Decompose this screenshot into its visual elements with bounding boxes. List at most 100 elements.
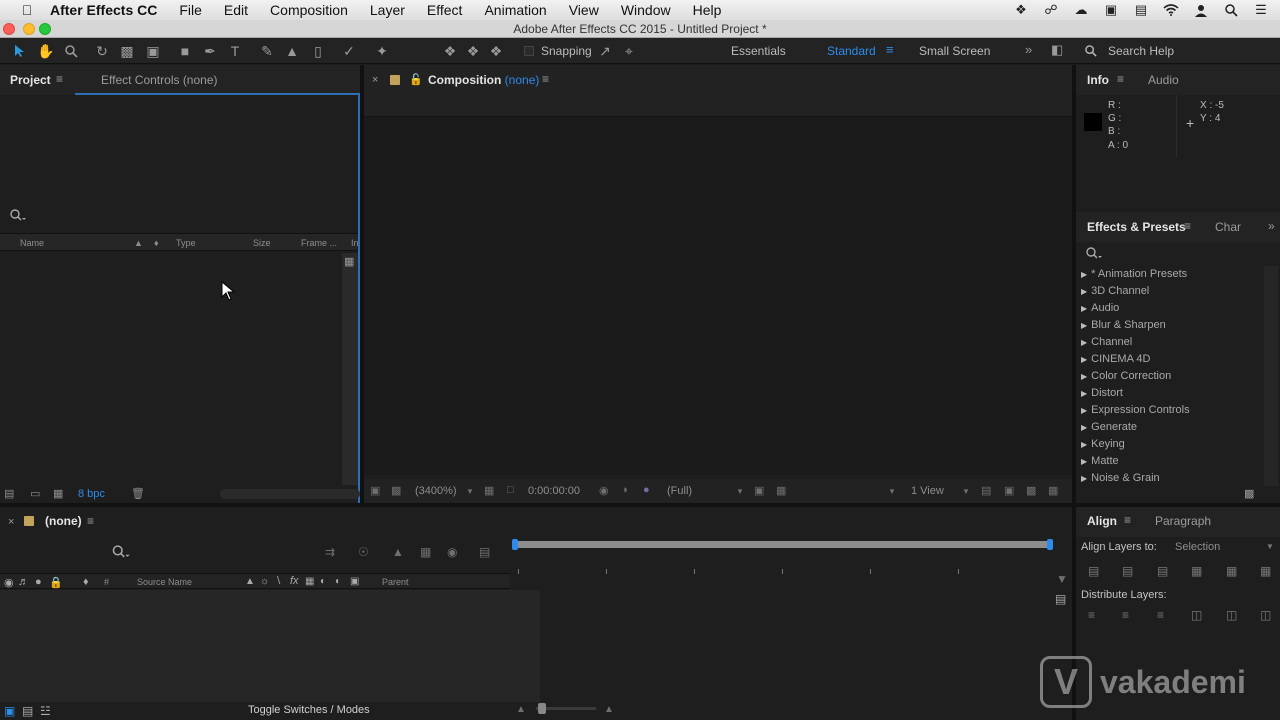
- tab-effects-presets[interactable]: Effects & Presets: [1087, 220, 1186, 234]
- show-snapshot-icon[interactable]: ◑: [621, 484, 628, 496]
- frame-blending-icon[interactable]: ▦: [420, 545, 431, 559]
- comp-mini-flowchart-icon[interactable]: ⇉: [325, 545, 335, 559]
- effect-category-distort[interactable]: ▶ Distort: [1081, 387, 1123, 399]
- selection-tool-icon[interactable]: [11, 42, 29, 60]
- screen-mirror-icon[interactable]: ▣: [1102, 2, 1120, 17]
- column-size[interactable]: Size: [253, 238, 271, 248]
- expand-triangle-icon[interactable]: ▶: [1081, 287, 1087, 296]
- motion-blur-switch-icon[interactable]: ◐: [320, 576, 326, 587]
- workspace-standard[interactable]: Standard: [827, 44, 876, 58]
- menu-app-name[interactable]: After Effects CC: [50, 2, 157, 18]
- expand-triangle-icon[interactable]: ▶: [1081, 474, 1087, 483]
- effects-switch-icon[interactable]: fx: [290, 575, 299, 587]
- distribute-horizontal-center-icon[interactable]: ◫: [1226, 608, 1237, 622]
- label-tag-icon[interactable]: ♦: [154, 238, 159, 248]
- work-area-bar[interactable]: [516, 541, 1052, 548]
- effect-category-cinema-4d[interactable]: ▶ CINEMA 4D: [1081, 353, 1150, 365]
- shy-layers-icon[interactable]: ▲: [392, 545, 404, 559]
- tab-info[interactable]: Info: [1087, 73, 1109, 87]
- column-frame-rate[interactable]: Frame ...: [301, 238, 337, 248]
- trash-icon[interactable]: 🗑: [131, 487, 145, 500]
- zoom-tool-icon[interactable]: [62, 42, 80, 60]
- region-of-interest-icon[interactable]: ▣: [754, 484, 764, 497]
- interpret-footage-icon[interactable]: ▤: [4, 487, 14, 500]
- tab-character[interactable]: Char: [1215, 220, 1241, 234]
- effect-category-audio[interactable]: ▶ Audio: [1081, 302, 1119, 314]
- sort-ascending-icon[interactable]: ▲: [134, 238, 143, 248]
- align-top-icon[interactable]: ▦: [1191, 564, 1202, 578]
- flowchart-icon[interactable]: ▦: [1048, 484, 1058, 497]
- distribute-bottom-icon[interactable]: ≡: [1157, 608, 1164, 622]
- local-axis-icon[interactable]: ❖: [441, 42, 459, 60]
- effect-category-3d-channel[interactable]: ▶ 3D Channel: [1081, 285, 1149, 297]
- zoom-out-icon[interactable]: ▲: [516, 704, 526, 715]
- view-layout-dropdown[interactable]: 1 View: [911, 485, 944, 497]
- column-name[interactable]: Name: [20, 238, 44, 248]
- collapse-switch-icon[interactable]: ☼: [260, 576, 269, 587]
- expand-triangle-icon[interactable]: ▶: [1081, 423, 1087, 432]
- toggle-pixel-aspect-icon[interactable]: ▤: [981, 484, 991, 497]
- expand-triangle-icon[interactable]: ▶: [1081, 321, 1087, 330]
- distribute-right-icon[interactable]: ◫: [1260, 608, 1271, 622]
- workspace-essentials[interactable]: Essentials: [731, 44, 786, 58]
- close-icon[interactable]: ×: [8, 516, 14, 528]
- label-tag-icon[interactable]: ♦: [83, 576, 89, 588]
- column-type[interactable]: Type: [176, 238, 196, 248]
- sync-settings-icon[interactable]: ◧: [1051, 42, 1063, 58]
- graph-editor-icon[interactable]: ▤: [479, 545, 490, 559]
- snapping-label[interactable]: Snapping: [541, 44, 592, 58]
- type-tool-icon[interactable]: T: [226, 42, 244, 60]
- in-out-panes-icon[interactable]: ☳: [40, 704, 51, 718]
- work-area-start-handle[interactable]: [512, 539, 518, 550]
- expand-triangle-icon[interactable]: ▶: [1081, 338, 1087, 347]
- composition-panel-menu-icon[interactable]: ≡: [542, 72, 549, 86]
- align-panel-menu-icon[interactable]: ≡: [1124, 513, 1131, 527]
- dropbox-icon[interactable]: ❖: [1012, 2, 1030, 17]
- quality-switch-icon[interactable]: ∖: [275, 576, 281, 587]
- project-panel-menu-icon[interactable]: ≡: [56, 72, 63, 86]
- expand-triangle-icon[interactable]: ▶: [1081, 304, 1087, 313]
- effect-category-generate[interactable]: ▶ Generate: [1081, 421, 1137, 433]
- effects-search-icon[interactable]: [1086, 247, 1102, 262]
- user-icon[interactable]: [1192, 3, 1210, 17]
- rectangle-tool-icon[interactable]: ■: [176, 42, 194, 60]
- frame-blend-switch-icon[interactable]: ▦: [305, 576, 314, 587]
- new-preset-icon[interactable]: ▩: [1244, 487, 1254, 500]
- puppet-pin-tool-icon[interactable]: ✦: [373, 42, 391, 60]
- roto-brush-tool-icon[interactable]: ✓: [340, 42, 358, 60]
- snapping-checkbox[interactable]: [524, 46, 534, 56]
- menu-file[interactable]: File: [179, 2, 202, 18]
- motion-blur-icon[interactable]: ◉: [447, 545, 457, 559]
- timecode-display[interactable]: 0:00:00:00: [528, 485, 580, 497]
- expand-triangle-icon[interactable]: ▶: [1081, 406, 1087, 415]
- effects-scrollbar[interactable]: [1264, 266, 1278, 486]
- fast-previews-icon[interactable]: ▣: [1004, 484, 1014, 497]
- apple-menu-icon[interactable]: : [18, 2, 36, 18]
- spotlight-search-icon[interactable]: [1222, 3, 1240, 17]
- tab-project[interactable]: Project: [10, 73, 51, 87]
- menu-help[interactable]: Help: [693, 2, 722, 18]
- expand-triangle-icon[interactable]: ▶: [1081, 440, 1087, 449]
- tab-timeline[interactable]: (none): [45, 514, 82, 528]
- snapshot-icon[interactable]: ◉: [599, 484, 609, 497]
- clone-stamp-tool-icon[interactable]: ▲: [283, 42, 301, 60]
- column-parent[interactable]: Parent: [382, 577, 409, 587]
- menu-view[interactable]: View: [569, 2, 599, 18]
- menu-edit[interactable]: Edit: [224, 2, 248, 18]
- effect-category-noise-grain[interactable]: ▶ Noise & Grain: [1081, 472, 1160, 484]
- show-channel-icon[interactable]: ●: [643, 484, 650, 496]
- info-panel-menu-icon[interactable]: ≡: [1117, 72, 1124, 86]
- toggle-switches-modes-button[interactable]: Toggle Switches / Modes: [248, 704, 370, 716]
- expand-triangle-icon[interactable]: ▶: [1081, 270, 1087, 279]
- align-layers-to-dropdown[interactable]: Selection: [1175, 541, 1220, 553]
- timeline-layers-area[interactable]: [0, 590, 540, 702]
- cloud-icon[interactable]: ☁: [1072, 2, 1090, 17]
- workspace-overflow-icon[interactable]: »: [1025, 42, 1032, 57]
- view-axis-icon[interactable]: ❖: [487, 42, 505, 60]
- composition-viewer[interactable]: [364, 117, 1072, 475]
- lock-toggle-icon[interactable]: 🔒: [49, 576, 63, 589]
- effect-category-expression-controls[interactable]: ▶ Expression Controls: [1081, 404, 1190, 416]
- column-layer-number[interactable]: #: [104, 577, 109, 587]
- zoom-slider-thumb[interactable]: [538, 703, 546, 714]
- safe-zones-icon[interactable]: ▦: [484, 484, 494, 497]
